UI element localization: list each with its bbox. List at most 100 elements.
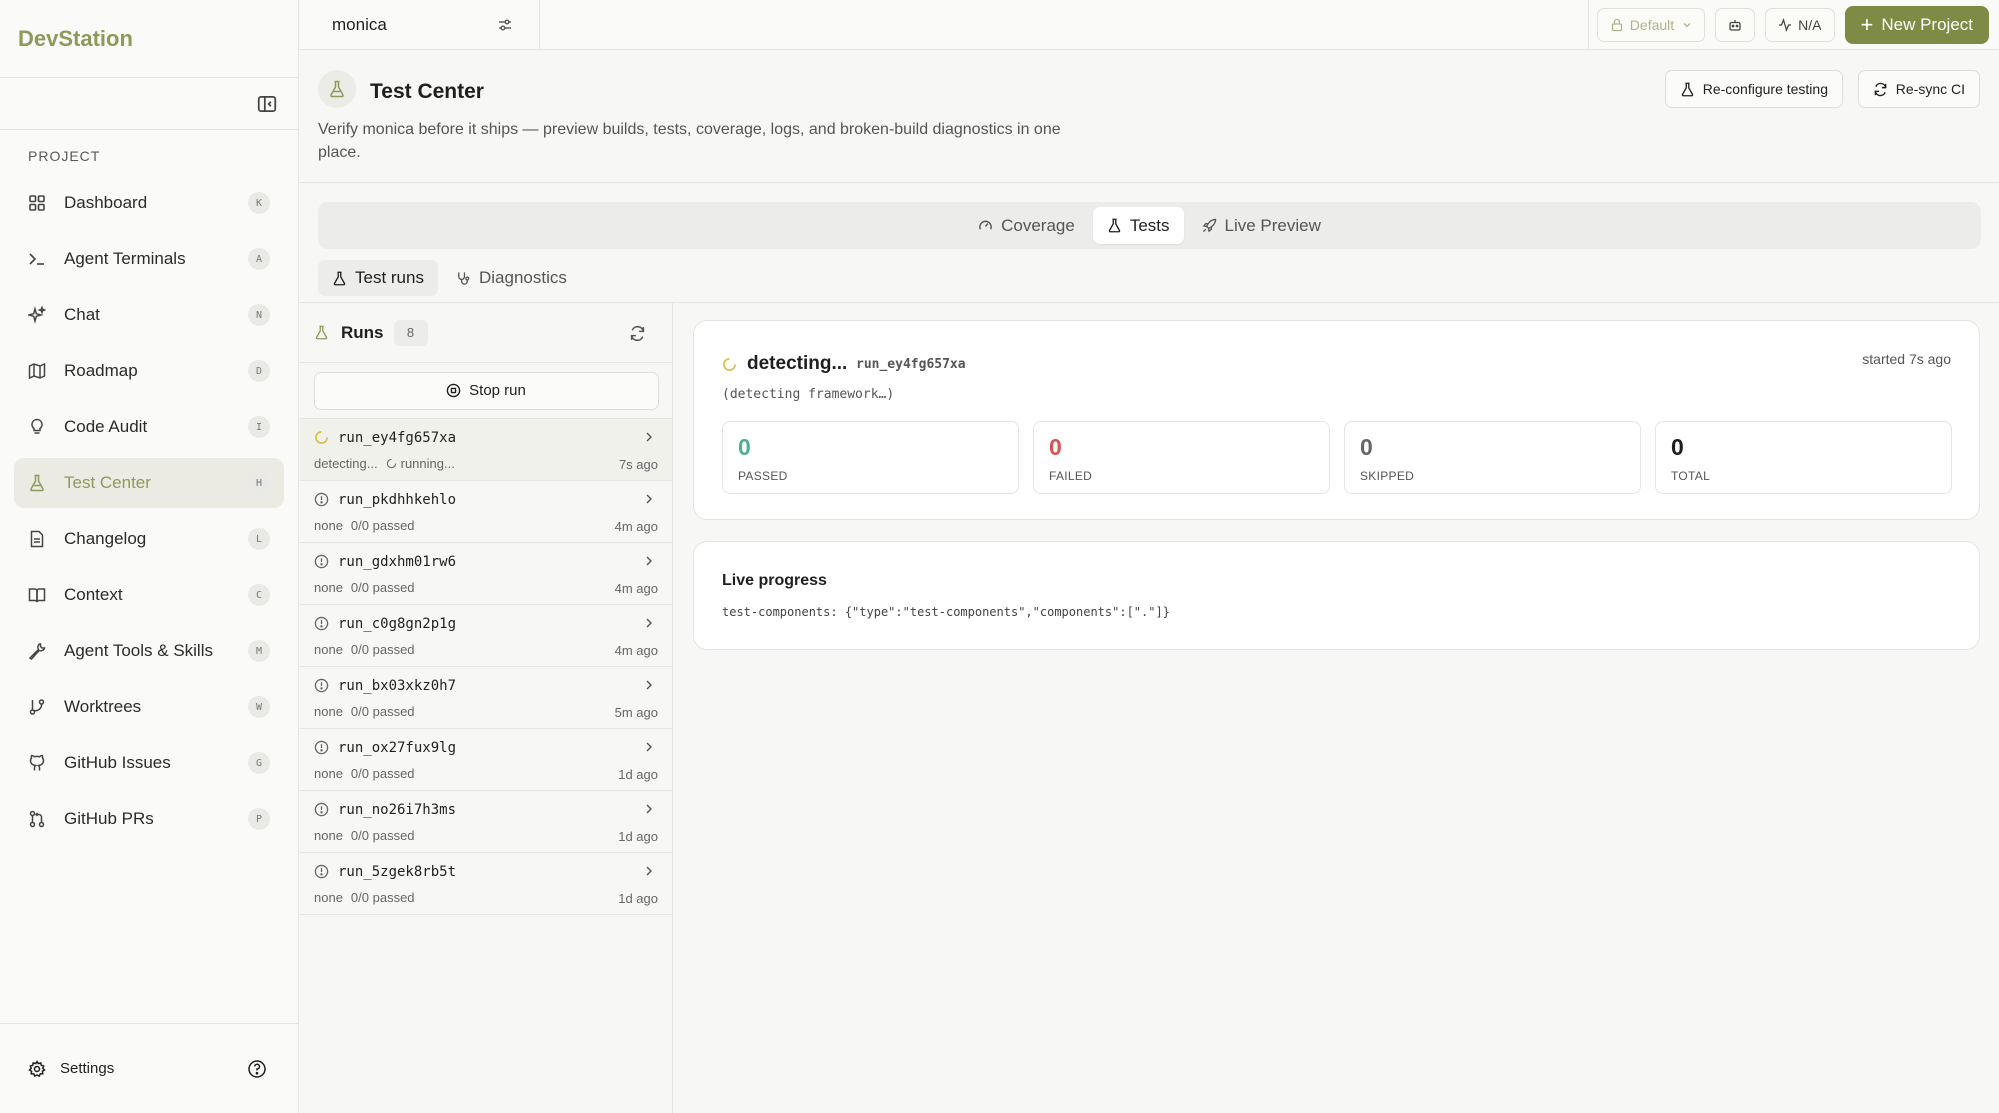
sidebar-item-label: Roadmap [64,361,138,380]
sidebar-item-test-center[interactable]: Test Center H [14,458,284,508]
stat-skipped-value: 0 [1360,434,1373,460]
sidebar-item-code-audit[interactable]: Code Audit I [14,402,284,452]
current-run-status: detecting... [747,353,848,374]
live-progress-card: Live progress test-components: {"type":"… [693,541,1980,650]
git-branch-icon [28,698,46,716]
stat-total-value: 0 [1671,434,1684,460]
stat-skipped-label: SKIPPED [1360,469,1415,483]
run-meta: none 0/0 passed [314,580,415,595]
section-label-project: PROJECT [28,148,101,164]
reconfigure-testing-button[interactable]: Re-configure testing [1664,70,1843,108]
run-id: run_pkdhhkehlo [338,492,457,508]
run-id: run_no26i7h3ms [338,802,457,818]
stat-passed-value: 0 [738,434,751,460]
brand-logo[interactable]: DevStation [0,0,298,78]
run-age: 1d ago [618,829,658,844]
flask-icon [314,325,329,340]
stat-total: 0 TOTAL [1655,421,1952,494]
sidebar-item-roadmap[interactable]: Roadmap D [14,346,284,396]
stop-circle-icon [446,383,461,398]
document-icon [28,530,46,548]
run-status: running... [386,456,455,471]
page-header: Test Center Verify monica before it ship… [300,50,1999,183]
gear-icon [28,1059,46,1078]
bot-button[interactable] [1715,8,1756,42]
sidebar-item-chat[interactable]: Chat N [14,290,284,340]
gauge-icon [979,220,992,230]
run-framework: none [314,642,343,657]
stat-failed-label: FAILED [1049,469,1093,483]
info-circle-icon [314,864,329,879]
new-project-button[interactable]: + New Project [1844,6,1989,44]
sidebar-item-dashboard[interactable]: Dashboard K [14,178,284,228]
sidebar-collapse-icon[interactable] [256,93,278,115]
current-run-card: detecting... run_ey4fg657xa started 7s a… [693,320,1980,520]
run-row[interactable]: run_no26i7h3ms none 0/0 passed 1d ago [300,791,672,853]
settings-button[interactable]: Settings [0,1023,299,1113]
run-age: 1d ago [618,891,658,906]
sidebar-item-label: Worktrees [64,697,142,716]
grid-icon [28,194,46,212]
tab-diagnostics[interactable]: Diagnostics [442,260,581,296]
sidebar-item-changelog[interactable]: Changelog L [14,514,284,564]
run-meta: none 0/0 passed [314,518,415,533]
sliders-icon[interactable] [497,17,513,33]
chevron-down-icon [1683,23,1691,28]
help-icon[interactable] [247,1059,267,1079]
run-framework: none [314,828,343,843]
info-circle-icon [314,492,329,507]
run-age: 7s ago [618,457,658,472]
chevron-right-icon [644,555,654,567]
run-row[interactable]: run_gdxhm01rw6 none 0/0 passed 4m ago [300,543,672,605]
run-row[interactable]: run_bx03xkz0h7 none 0/0 passed 5m ago [300,667,672,729]
run-status-text: 0/0 passed [350,642,415,657]
tab-tests[interactable]: Tests [1092,207,1184,244]
activity-status[interactable]: N/A [1765,8,1835,42]
refresh-icon[interactable] [629,325,646,342]
info-circle-icon [314,802,329,817]
run-status-text: running... [400,456,455,471]
shortcut-badge: I [248,416,270,438]
sidebar-item-agent-tools[interactable]: Agent Tools & Skills M [14,626,284,676]
stop-run-button[interactable]: Stop run [313,371,659,410]
sidebar-toolbar [0,78,298,130]
sidebar-item-label: GitHub Issues [64,753,171,772]
stat-passed: 0 PASSED [722,421,1019,494]
tab-live-preview[interactable]: Live Preview [1188,207,1335,244]
profile-select[interactable]: Default [1596,8,1706,42]
current-run-framework: (detecting framework…) [722,387,895,402]
run-row[interactable]: run_ey4fg657xa detecting... running... 7… [300,419,672,481]
run-framework: none [314,704,343,719]
sidebar-item-agent-terminals[interactable]: Agent Terminals A [14,234,284,284]
sidebar-item-worktrees[interactable]: Worktrees W [14,682,284,732]
workspace-tab[interactable]: monica [300,0,540,50]
stethoscope-icon [458,271,470,285]
run-id: run_ox27fux9lg [338,740,457,756]
chevron-right-icon [644,617,654,629]
run-framework: none [314,766,343,781]
stat-skipped: 0 SKIPPED [1344,421,1641,494]
sidebar-nav: Dashboard K Agent Terminals A Chat N Roa… [0,178,298,844]
run-row[interactable]: run_ox27fux9lg none 0/0 passed 1d ago [300,729,672,791]
shortcut-badge: M [248,640,270,662]
run-row[interactable]: run_c0g8gn2p1g none 0/0 passed 4m ago [300,605,672,667]
runs-title: Runs [341,322,384,342]
run-framework: none [314,518,343,533]
sidebar-item-github-issues[interactable]: GitHub Issues G [14,738,284,788]
shortcut-badge: H [248,472,270,494]
bot-icon [1729,20,1741,31]
plus-icon: + [1860,12,1874,37]
resync-ci-button[interactable]: Re-sync CI [1857,70,1980,108]
flask-icon [333,271,346,285]
tab-test-runs-label: Test runs [355,268,424,287]
sidebar-item-github-prs[interactable]: GitHub PRs P [14,794,284,844]
spinner-icon [314,430,329,445]
run-age: 4m ago [614,643,658,658]
run-row[interactable]: run_pkdhhkehlo none 0/0 passed 4m ago [300,481,672,543]
tab-tests-label: Tests [1129,215,1170,235]
chevron-right-icon [644,431,654,443]
sidebar-item-context[interactable]: Context C [14,570,284,620]
tab-test-runs[interactable]: Test runs [318,260,438,296]
run-row[interactable]: run_5zgek8rb5t none 0/0 passed 1d ago [300,853,672,915]
tab-coverage[interactable]: Coverage [964,207,1089,244]
